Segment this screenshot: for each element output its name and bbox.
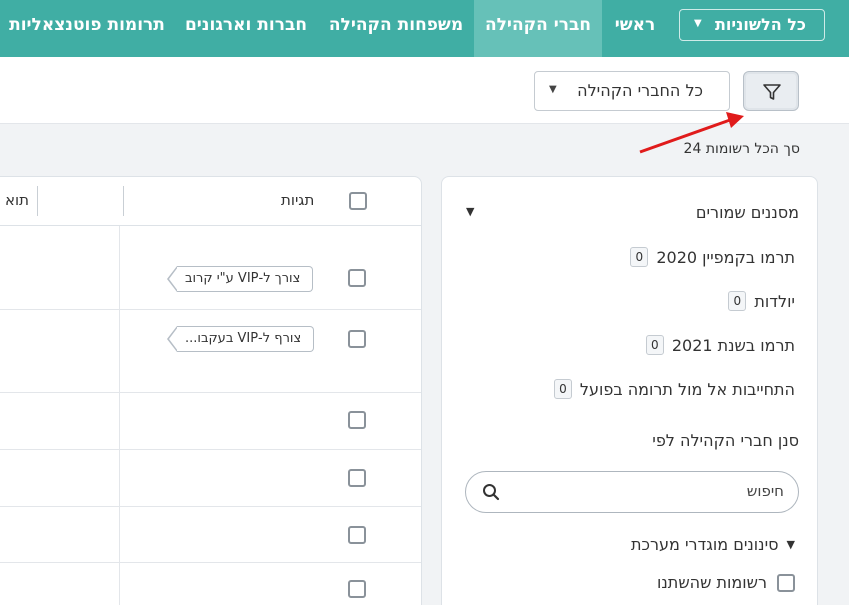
tag-chip: צורך ל-VIP ע"י קרוב xyxy=(166,266,314,292)
members-filter-select[interactable]: כל החברי הקהילה ▼ xyxy=(534,71,730,111)
table-row[interactable]: צורף ל-VIP בעקבו... xyxy=(0,310,421,393)
nav-tab-members[interactable]: חברי הקהילה xyxy=(474,0,602,57)
saved-filter-label: תרמו בקמפיין 2020 xyxy=(656,247,795,267)
filter-by-title: סנן חברי הקהילה לפי xyxy=(652,431,799,450)
row-checkbox[interactable] xyxy=(348,526,366,544)
total-records-count: סך הכל רשומות 24 xyxy=(683,141,800,157)
system-filters-title: סינונים מוגדרי מערכת xyxy=(630,535,779,554)
column-divider[interactable] xyxy=(123,186,124,216)
saved-filter-item[interactable]: תרמו בשנת 2021 0 xyxy=(645,335,795,355)
search-field[interactable] xyxy=(465,471,799,513)
members-table: תגיות תוא צורך ל-VIP ע"י קרוב צורף ל-VIP… xyxy=(0,176,422,605)
nav-tab-companies[interactable]: חברות וארגונים xyxy=(174,0,318,57)
table-row[interactable]: צורך ל-VIP ע"י קרוב xyxy=(0,226,421,310)
saved-filter-item[interactable]: התחייבות אל מול תרומה בפועל 0 xyxy=(553,379,795,399)
changed-records-label: רשומות שהשתנו xyxy=(657,573,767,592)
row-checkbox[interactable] xyxy=(348,330,366,348)
saved-filter-item[interactable]: יולדות 0 xyxy=(728,291,795,311)
caret-down-icon: ▼ xyxy=(786,538,795,551)
search-input[interactable] xyxy=(524,482,784,500)
saved-filter-count: 0 xyxy=(553,379,572,399)
caret-down-icon: ▼ xyxy=(549,84,557,95)
system-filters-section[interactable]: ▼ סינונים מוגדרי מערכת xyxy=(631,535,795,554)
caret-down-icon: ▼ xyxy=(694,18,702,29)
saved-filter-count: 0 xyxy=(645,335,664,355)
filter-toggle-button[interactable] xyxy=(743,71,799,111)
saved-filter-count: 0 xyxy=(728,291,747,311)
changed-records-filter[interactable]: רשומות שהשתנו xyxy=(657,573,795,592)
tag-chip: צורף ל-VIP בעקבו... xyxy=(166,326,315,352)
search-icon[interactable] xyxy=(482,483,500,501)
column-header-next[interactable]: תוא xyxy=(0,191,29,209)
table-row[interactable] xyxy=(0,563,421,605)
table-row[interactable] xyxy=(0,507,421,563)
row-checkbox[interactable] xyxy=(348,580,366,598)
table-header: תגיות תוא xyxy=(0,177,421,226)
nav-tab-potential-donations[interactable]: תרומות פוטנצאליות xyxy=(0,0,174,57)
saved-filter-label: התחייבות אל מול תרומה בפועל xyxy=(579,379,795,399)
table-row[interactable] xyxy=(0,393,421,450)
select-all-checkbox[interactable] xyxy=(349,192,367,210)
row-checkbox[interactable] xyxy=(348,469,366,487)
members-filter-label: כל החברי הקהילה xyxy=(577,81,703,100)
saved-filter-label: יולדות xyxy=(754,291,795,311)
table-row[interactable] xyxy=(0,450,421,507)
filter-icon xyxy=(763,84,781,100)
tabs-dropdown-label: כל הלשוניות xyxy=(715,15,806,34)
column-divider[interactable] xyxy=(37,186,38,216)
caret-down-icon[interactable]: ▼ xyxy=(466,205,474,218)
row-checkbox[interactable] xyxy=(348,269,366,287)
saved-filter-count: 0 xyxy=(630,247,649,267)
saved-filters-title[interactable]: מסננים שמורים xyxy=(696,203,799,222)
column-header-tags[interactable]: תגיות xyxy=(281,191,314,209)
nav-tab-home[interactable]: ראשי xyxy=(602,0,668,57)
nav-tab-families[interactable]: משפחות הקהילה xyxy=(318,0,474,57)
changed-records-checkbox[interactable] xyxy=(777,573,795,592)
saved-filter-label: תרמו בשנת 2021 xyxy=(671,335,795,355)
row-checkbox[interactable] xyxy=(348,411,366,429)
filters-panel: מסננים שמורים ▼ תרמו בקמפיין 2020 0 יולד… xyxy=(441,176,818,605)
tabs-dropdown[interactable]: כל הלשוניות ▼ xyxy=(679,9,825,41)
saved-filter-item[interactable]: תרמו בקמפיין 2020 0 xyxy=(630,247,795,267)
top-nav: תרומות פוטנצאליות חברות וארגונים משפחות … xyxy=(0,0,849,57)
